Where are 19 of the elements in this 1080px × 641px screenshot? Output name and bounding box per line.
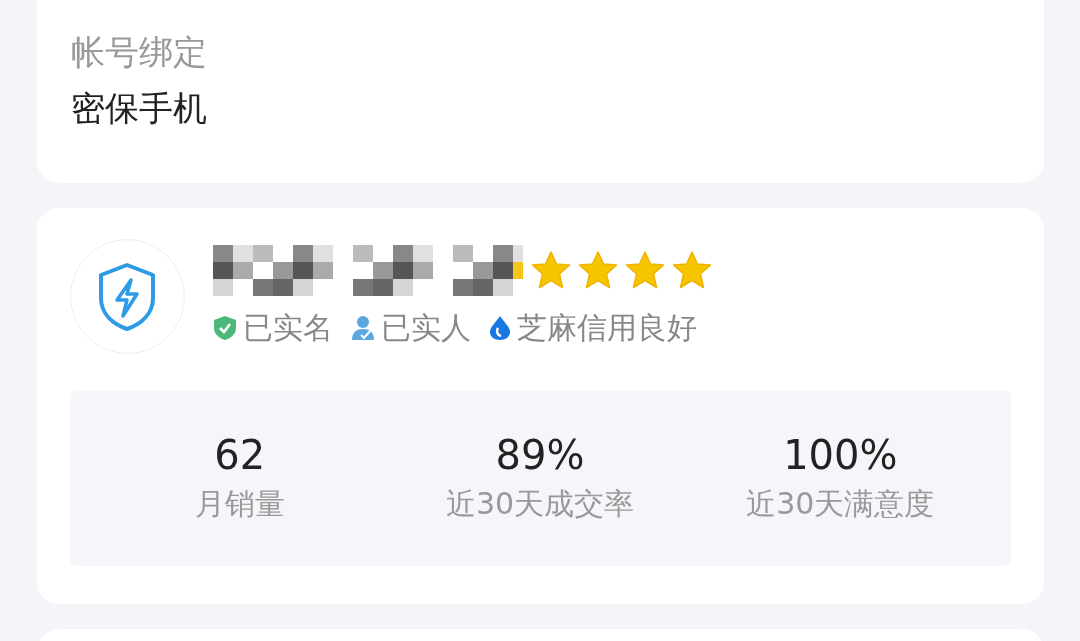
badge-label: 已实名 xyxy=(242,308,333,347)
star-icon xyxy=(624,251,665,289)
stat-value: 62 xyxy=(214,432,266,478)
stat-value: 89% xyxy=(495,432,585,478)
stat-label: 月销量 xyxy=(194,485,285,523)
star-icon xyxy=(530,251,571,289)
lightning-shield-icon xyxy=(97,261,157,332)
stat-value: 100% xyxy=(783,432,898,478)
person-check-icon xyxy=(350,315,375,341)
badge-label: 已实人 xyxy=(380,308,471,347)
stat-label: 近30天满意度 xyxy=(746,485,935,523)
star-icon xyxy=(577,251,618,289)
drop-icon xyxy=(488,315,511,341)
account-label: 帐号绑定 xyxy=(70,31,208,74)
account-value: 密保手机 xyxy=(70,87,208,130)
star-icon xyxy=(671,251,712,289)
shield-check-icon xyxy=(212,315,237,341)
badge-label: 芝麻信用良好 xyxy=(516,308,697,347)
stat-label: 近30天成交率 xyxy=(445,485,635,523)
